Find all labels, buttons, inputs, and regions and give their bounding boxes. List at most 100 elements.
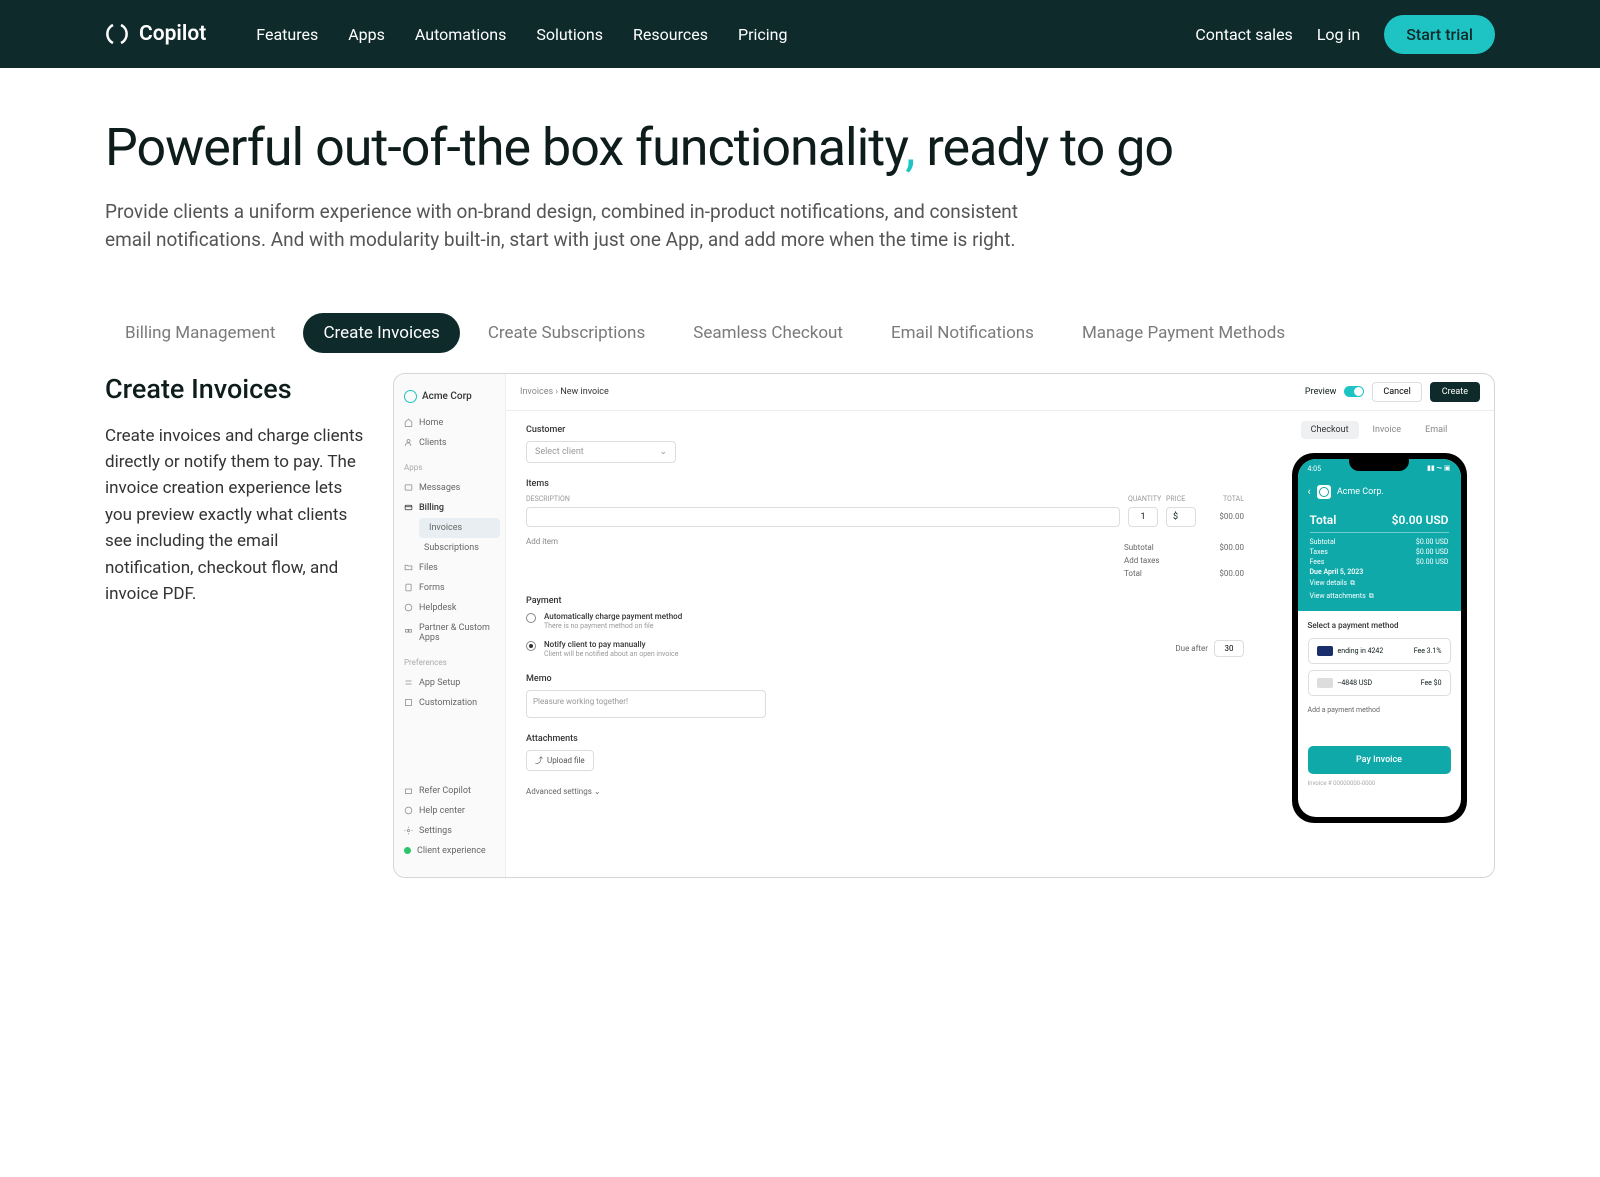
- app-topbar: Invoices › New invoice Preview Cancel Cr…: [506, 374, 1494, 411]
- items-header: DESCRIPTION QUANTITY PRICE TOTAL: [526, 495, 1244, 503]
- prefs-label: Preferences: [394, 652, 505, 669]
- nav-solutions[interactable]: Solutions: [536, 25, 603, 44]
- nav-helpdesk[interactable]: Helpdesk: [394, 598, 505, 618]
- preview-toggle[interactable]: [1344, 386, 1364, 397]
- nav-invoices[interactable]: Invoices: [419, 518, 500, 538]
- company-switcher[interactable]: Acme Corp: [394, 384, 505, 409]
- view-details-link[interactable]: View details⧉: [1310, 577, 1449, 590]
- payment-auto-option[interactable]: Automatically charge payment method Ther…: [526, 612, 1244, 630]
- due-after: Due after: [1175, 640, 1244, 657]
- tab-billing-management[interactable]: Billing Management: [105, 313, 295, 353]
- create-button[interactable]: Create: [1430, 382, 1480, 402]
- nav-billing[interactable]: Billing: [394, 498, 505, 518]
- users-icon: [404, 438, 413, 447]
- phone-notch: [1349, 459, 1409, 471]
- signal-icon: ▮▮ ⏦ ▣: [1427, 464, 1451, 473]
- radio-icon: [526, 613, 536, 623]
- tab-manage-payment-methods[interactable]: Manage Payment Methods: [1062, 313, 1305, 353]
- customer-select[interactable]: Select client⌄: [526, 441, 676, 463]
- upload-icon: ⤴: [535, 755, 543, 766]
- logo-text: Copilot: [139, 22, 206, 46]
- nav-customization[interactable]: Customization: [394, 693, 505, 713]
- logo-icon: [105, 22, 129, 46]
- back-icon[interactable]: ‹: [1308, 485, 1311, 498]
- payment-method-bank[interactable]: --4848 USD Fee $0: [1308, 670, 1451, 696]
- add-payment-method-button[interactable]: Add a payment method: [1308, 702, 1451, 718]
- nav-subscriptions[interactable]: Subscriptions: [414, 538, 505, 558]
- phone-mockup: 4:05 ▮▮ ⏦ ▣ ‹ Acme Corp. Total$0.00 USD: [1292, 453, 1467, 823]
- advanced-settings-toggle[interactable]: Advanced settings ⌄: [526, 787, 1244, 796]
- header-left: Copilot Features Apps Automations Soluti…: [105, 22, 787, 46]
- feature-tabs: Billing Management Create Invoices Creat…: [0, 313, 1600, 353]
- nav-home[interactable]: Home: [394, 413, 505, 433]
- item-qty-input[interactable]: 1: [1128, 507, 1158, 527]
- dot-green-icon: [404, 847, 411, 854]
- app-main: Invoices › New invoice Preview Cancel Cr…: [506, 374, 1494, 877]
- nav-files[interactable]: Files: [394, 558, 505, 578]
- nav-automations[interactable]: Automations: [415, 25, 506, 44]
- preview-tab-invoice[interactable]: Invoice: [1363, 421, 1412, 439]
- login-link[interactable]: Log in: [1317, 25, 1360, 44]
- nav-resources[interactable]: Resources: [633, 25, 708, 44]
- preview-tab-checkout[interactable]: Checkout: [1301, 421, 1359, 439]
- pay-invoice-button[interactable]: Pay Invoice: [1308, 746, 1451, 774]
- sliders-icon: [404, 678, 413, 687]
- content: Create Invoices Create invoices and char…: [0, 373, 1600, 878]
- app-screenshot: Acme Corp Home Clients Apps Messages Bil…: [393, 373, 1495, 878]
- message-icon: [404, 483, 413, 492]
- nav-helpcenter[interactable]: Help center: [394, 801, 505, 821]
- logo[interactable]: Copilot: [105, 22, 206, 46]
- nav-messages[interactable]: Messages: [394, 478, 505, 498]
- customer-label: Customer: [526, 425, 1244, 435]
- site-header: Copilot Features Apps Automations Soluti…: [0, 0, 1600, 68]
- panel-description: Create Invoices Create invoices and char…: [105, 373, 365, 878]
- apps-icon: [404, 628, 413, 637]
- item-description-input[interactable]: [526, 507, 1120, 527]
- memo-input[interactable]: Pleasure working together!: [526, 690, 766, 718]
- items-label: Items: [526, 479, 1244, 489]
- help-icon: [404, 603, 413, 612]
- item-row: 1 $ $00.00: [526, 507, 1244, 527]
- tab-create-subscriptions[interactable]: Create Subscriptions: [468, 313, 665, 353]
- tab-email-notifications[interactable]: Email Notifications: [871, 313, 1054, 353]
- nav-clients[interactable]: Clients: [394, 433, 505, 453]
- due-days-input[interactable]: [1214, 640, 1244, 657]
- start-trial-button[interactable]: Start trial: [1384, 15, 1495, 54]
- nav-settings[interactable]: Settings: [394, 821, 505, 841]
- checkout-header: ‹ Acme Corp.: [1298, 479, 1461, 505]
- invoice-number: Invoice # 00000000-0000: [1308, 780, 1451, 787]
- checkout-body: Select a payment method ending in 4242 F…: [1298, 611, 1461, 797]
- payment-method-card[interactable]: ending in 4242 Fee 3.1%: [1308, 638, 1451, 664]
- hero: Powerful out-of-the box functionality, r…: [0, 68, 1600, 285]
- card-icon: [404, 503, 413, 512]
- topbar-actions: Preview Cancel Create: [1305, 382, 1480, 402]
- item-total: $00.00: [1204, 512, 1244, 521]
- nav-features[interactable]: Features: [256, 25, 318, 44]
- help-circle-icon: [404, 806, 413, 815]
- nav-client-experience[interactable]: Client experience: [394, 841, 505, 861]
- nav-pricing[interactable]: Pricing: [738, 25, 788, 44]
- nav-apps[interactable]: Apps: [348, 25, 385, 44]
- nav-partner[interactable]: Partner & Custom Apps: [394, 618, 505, 648]
- corp-icon: [1317, 485, 1331, 499]
- nav-refer[interactable]: Refer Copilot: [394, 781, 505, 801]
- item-price-input[interactable]: $: [1166, 507, 1196, 527]
- preview-panel: Checkout Invoice Email 4:05 ▮▮ ⏦ ▣: [1264, 411, 1494, 877]
- contact-sales-link[interactable]: Contact sales: [1195, 25, 1292, 44]
- payment-notify-option[interactable]: Notify client to pay manually Client wil…: [526, 640, 1244, 658]
- tab-seamless-checkout[interactable]: Seamless Checkout: [673, 313, 863, 353]
- home-icon: [404, 418, 413, 427]
- tab-create-invoices[interactable]: Create Invoices: [303, 313, 459, 353]
- add-taxes-button[interactable]: Add taxes: [1124, 556, 1159, 565]
- add-item-button[interactable]: Add item: [526, 537, 558, 546]
- preview-tabs: Checkout Invoice Email: [1301, 421, 1458, 439]
- panel-title: Create Invoices: [105, 373, 365, 405]
- nav-forms[interactable]: Forms: [394, 578, 505, 598]
- external-icon: ⧉: [1350, 579, 1355, 588]
- cancel-button[interactable]: Cancel: [1372, 382, 1421, 402]
- view-attachments-link[interactable]: View attachments⧉: [1310, 590, 1449, 603]
- upload-file-button[interactable]: ⤴Upload file: [526, 750, 594, 771]
- folder-icon: [404, 563, 413, 572]
- preview-tab-email[interactable]: Email: [1415, 421, 1457, 439]
- nav-appsetup[interactable]: App Setup: [394, 673, 505, 693]
